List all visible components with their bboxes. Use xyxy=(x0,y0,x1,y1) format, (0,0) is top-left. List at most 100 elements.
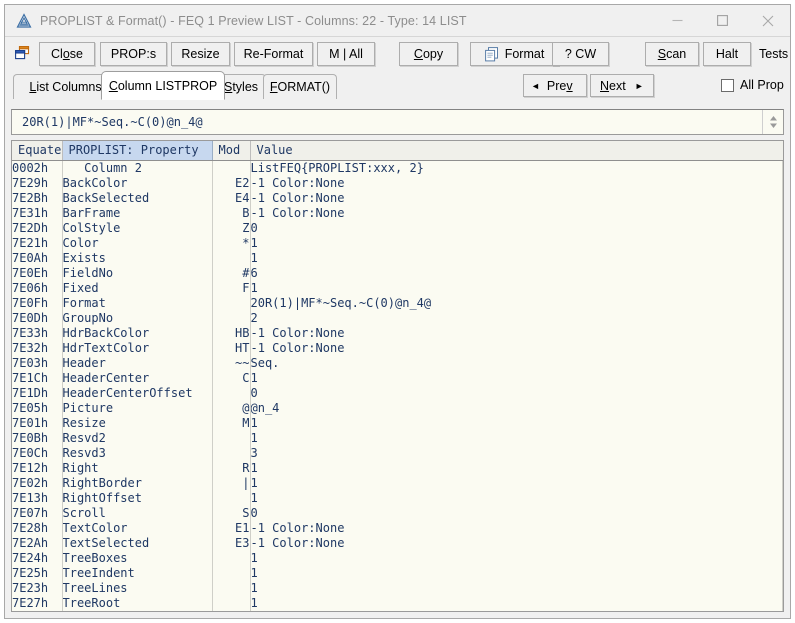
re-format-button[interactable]: Re-Format xyxy=(234,42,313,66)
table-row[interactable]: 0002h Column 2ListFEQ{PROPLIST:xxx, 2} xyxy=(12,160,783,176)
cell-equate: 7E2Ah xyxy=(12,536,62,551)
cell-equate: 7E27h xyxy=(12,596,62,611)
all-prop-checkbox-box[interactable] xyxy=(721,79,734,92)
m-all-button[interactable]: M | All xyxy=(317,42,375,66)
title-bar: PROPLIST & Format() - FEQ 1 Preview LIST… xyxy=(5,5,790,36)
cell-value: 1 xyxy=(250,581,783,596)
tests-button[interactable]: Tests xyxy=(755,42,795,66)
cell-property: HeaderCenter xyxy=(62,371,212,386)
prev-button-label: Prev xyxy=(547,79,573,93)
close-button[interactable]: Close xyxy=(39,42,95,66)
cell-property: Fixed xyxy=(62,281,212,296)
all-prop-checkbox[interactable]: All Prop xyxy=(721,78,784,92)
table-row[interactable]: 7E13hRightOffset1 xyxy=(12,491,783,506)
cw-help-button[interactable]: ? CW xyxy=(552,42,609,66)
toolbar-row-tabs: List Columns Column LISTPROP Styles FORM… xyxy=(5,70,790,109)
table-row[interactable]: 7E32hHdrTextColorHT-1 Color:None xyxy=(12,341,783,356)
cell-mod: HB xyxy=(212,326,250,341)
cell-value: -1 Color:None xyxy=(250,326,783,341)
table-row[interactable]: 7E03hHeader~~Seq. xyxy=(12,356,783,371)
scan-button[interactable]: Scan xyxy=(645,42,699,66)
column-header-mod[interactable]: Mod xyxy=(212,141,250,160)
table-row[interactable]: 7E06hFixedF1 xyxy=(12,281,783,296)
re-format-button-label: Re-Format xyxy=(244,47,304,61)
cell-mod: Z xyxy=(212,221,250,236)
resize-button[interactable]: Resize xyxy=(171,42,230,66)
table-row[interactable]: 7E1ChHeaderCenterC1 xyxy=(12,371,783,386)
table-row[interactable]: 7E07hScrollS0 xyxy=(12,506,783,521)
cell-equate: 7E1Dh xyxy=(12,386,62,401)
cell-mod: F xyxy=(212,281,250,296)
toolbar: Close PROP:s Resize Re-Format M | All Co… xyxy=(5,36,790,109)
tab-format[interactable]: FORMAT() xyxy=(263,74,337,99)
table-row[interactable]: 7E2BhBackSelectedE4-1 Color:None xyxy=(12,191,783,206)
cell-mod: M xyxy=(212,416,250,431)
format-button[interactable]: Format xyxy=(470,42,559,66)
cell-mod xyxy=(212,551,250,566)
cell-equate: 0002h xyxy=(12,160,62,176)
cell-mod xyxy=(212,431,250,446)
table-row[interactable]: 7E24hTreeBoxes1 xyxy=(12,551,783,566)
cell-mod: E3 xyxy=(212,536,250,551)
column-header-property[interactable]: PROPLIST: Property xyxy=(62,141,212,160)
next-button[interactable]: Next ► xyxy=(590,74,654,97)
cell-equate: 7E12h xyxy=(12,461,62,476)
cell-property: Resvd3 xyxy=(62,446,212,461)
column-header-value[interactable]: Value xyxy=(250,141,783,160)
table-row[interactable]: 7E21hColor*1 xyxy=(12,236,783,251)
cell-equate: 7E06h xyxy=(12,281,62,296)
cell-equate: 7E33h xyxy=(12,326,62,341)
table-row[interactable]: 7E0ChResvd33 xyxy=(12,446,783,461)
halt-button[interactable]: Halt xyxy=(703,42,751,66)
cell-value: 1 xyxy=(250,416,783,431)
cell-mod xyxy=(212,596,250,611)
table-row[interactable]: 7E31hBarFrameB-1 Color:None xyxy=(12,206,783,221)
cell-equate: 7E0Eh xyxy=(12,266,62,281)
table-row[interactable]: 7E02hRightBorder|1 xyxy=(12,476,783,491)
table-row[interactable]: 7E01hResizeM1 xyxy=(12,416,783,431)
table-row[interactable]: 7E2DhColStyleZ0 xyxy=(12,221,783,236)
table-row[interactable]: 7E0FhFormat20R(1)|MF*~Seq.~C(0)@n_4@ xyxy=(12,296,783,311)
table-row[interactable]: 7E2AhTextSelectedE3-1 Color:None xyxy=(12,536,783,551)
table-row[interactable]: 7E0BhResvd21 xyxy=(12,431,783,446)
copy-button[interactable]: Copy xyxy=(399,42,458,66)
cell-property: TreeBoxes xyxy=(62,551,212,566)
table-row[interactable]: 7E25hTreeIndent1 xyxy=(12,566,783,581)
cell-value: 1 xyxy=(250,461,783,476)
table-row[interactable]: 7E1DhHeaderCenterOffset0 xyxy=(12,386,783,401)
table-row[interactable]: 7E27hTreeRoot1 xyxy=(12,596,783,611)
maximize-icon[interactable] xyxy=(700,5,745,36)
cell-equate: 7E32h xyxy=(12,341,62,356)
table-row[interactable]: 7E12hRightR1 xyxy=(12,461,783,476)
format-string-bar[interactable]: 20R(1)|MF*~Seq.~C(0)@n_4@ xyxy=(11,109,784,135)
close-icon[interactable] xyxy=(745,5,790,36)
cell-value: 1 xyxy=(250,596,783,611)
column-header-equate[interactable]: Equate xyxy=(12,141,62,160)
tab-column-listprop[interactable]: Column LISTPROP xyxy=(101,71,225,100)
table-row[interactable]: 7E0AhExists1 xyxy=(12,251,783,266)
table-row[interactable]: 7E23hTreeLines1 xyxy=(12,581,783,596)
copy-button-label: Copy xyxy=(414,47,443,61)
cascade-windows-icon[interactable] xyxy=(15,46,30,60)
cell-value: 6 xyxy=(250,266,783,281)
cell-property: TreeIndent xyxy=(62,566,212,581)
cell-mod: @ xyxy=(212,401,250,416)
table-row[interactable]: 7E29hBackColorE2-1 Color:None xyxy=(12,176,783,191)
cell-equate: 7E25h xyxy=(12,566,62,581)
proplist-panel[interactable]: Equate PROPLIST: Property Mod Value 0002… xyxy=(11,140,784,612)
spinner-up-down-icon[interactable] xyxy=(762,110,783,134)
table-row[interactable]: 7E33hHdrBackColorHB-1 Color:None xyxy=(12,326,783,341)
cell-value: 1 xyxy=(250,431,783,446)
prev-button[interactable]: ◄ Prev xyxy=(523,74,587,97)
props-button[interactable]: PROP:s xyxy=(100,42,167,66)
cell-value: 20 xyxy=(250,611,783,613)
cell-mod: C xyxy=(212,371,250,386)
minimize-icon[interactable] xyxy=(655,5,700,36)
table-row[interactable]: 7E0DhGroupNo2 xyxy=(12,311,783,326)
table-row[interactable]: 7E28hTextColorE1-1 Color:None xyxy=(12,521,783,536)
table-row[interactable]: 7E0EhFieldNo#6 xyxy=(12,266,783,281)
cell-mod: HT xyxy=(212,341,250,356)
table-row[interactable]: 7E05hPicture@@n_4 xyxy=(12,401,783,416)
table-row[interactable]: 7E04hWidth20 xyxy=(12,611,783,613)
cell-property: HdrTextColor xyxy=(62,341,212,356)
